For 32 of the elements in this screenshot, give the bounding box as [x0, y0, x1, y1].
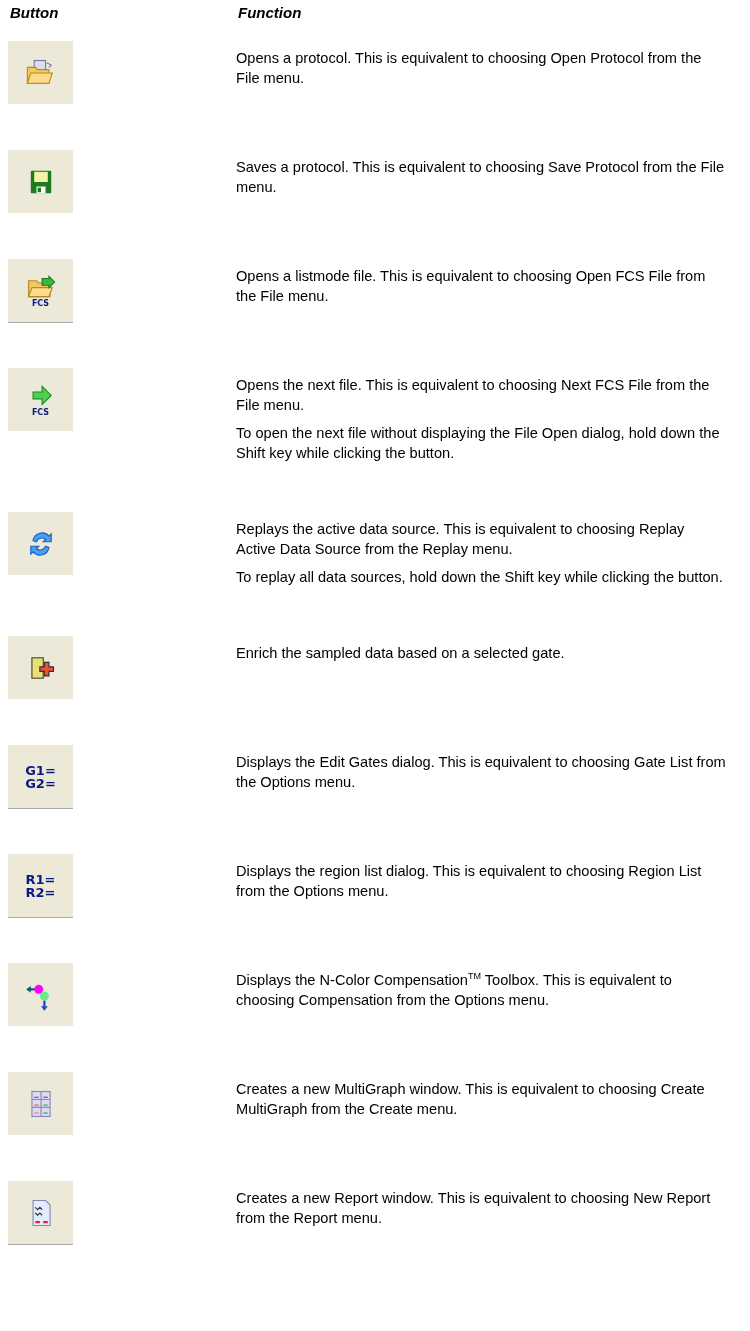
icon-label: R2= [25, 885, 56, 899]
description-paragraph: Displays the N-Color Compensation$^{TM}$ Toolbox. This is equivalent to choosing Compensation from the Options menu. [236, 970, 673, 1010]
toolbar-button[interactable]: FCS [8, 368, 73, 431]
description-paragraph: Replays the active data source. This is equivalent to choosing Replay Active Data Source from the Replay menu. [236, 520, 686, 559]
description-paragraph: Saves a protocol. This is equivalent to choosing Save Protocol from the File menu. [236, 158, 726, 197]
toolbar-button[interactable]: G1= G2= [8, 745, 73, 809]
description-paragraph: Displays the Edit Gates dialog. This is equivalent to choosing Gate List from the Options menu. [236, 753, 726, 792]
description-paragraph: Opens the next file. This is equivalent to choosing Next FCS File from the File menu. [236, 376, 711, 415]
toolbar-button[interactable] [8, 150, 73, 213]
description-paragraph: To open the next file without displaying the File Open dialog, hold down the Shift key while clicking the button. [236, 424, 721, 463]
description-paragraph: Displays the region list dialog. This is equivalent to choosing Region List from the Options menu. [236, 862, 703, 901]
column-header: Function [238, 4, 302, 21]
icon-label: G2= [25, 776, 56, 790]
toolbar-button[interactable] [8, 963, 73, 1026]
icon-label: FCS [31, 408, 50, 417]
toolbar-button[interactable] [8, 1072, 73, 1135]
icon-label: G1= [25, 763, 56, 777]
description-paragraph: Creates a new Report window. This is equivalent to choosing New Report from the Report menu. [236, 1189, 712, 1228]
description-paragraph: Enrich the sampled data based on a selected gate. [236, 644, 566, 663]
toolbar-button[interactable]: R1= R2= [8, 854, 73, 918]
description-paragraph: Creates a new MultiGraph window. This is equivalent to choosing Create MultiGraph from the Create menu. [236, 1080, 706, 1119]
toolbar-button[interactable] [8, 636, 73, 699]
toolbar-button[interactable] [8, 1181, 73, 1245]
toolbar-button[interactable] [8, 41, 73, 104]
description-paragraph: Opens a protocol. This is equivalent to choosing Open Protocol from the File menu. [236, 49, 703, 88]
toolbar-button[interactable] [8, 512, 73, 575]
icon-label: FCS [31, 299, 50, 308]
description-paragraph: To replay all data sources, hold down the Shift key while clicking the button. [236, 568, 724, 587]
column-header: Button [9, 4, 60, 21]
toolbar-button[interactable]: FCS [8, 259, 73, 323]
icon-label: R1= [25, 872, 56, 886]
description-paragraph: Opens a listmode file. This is equivalent to choosing Open FCS File from the File menu. [236, 267, 707, 306]
